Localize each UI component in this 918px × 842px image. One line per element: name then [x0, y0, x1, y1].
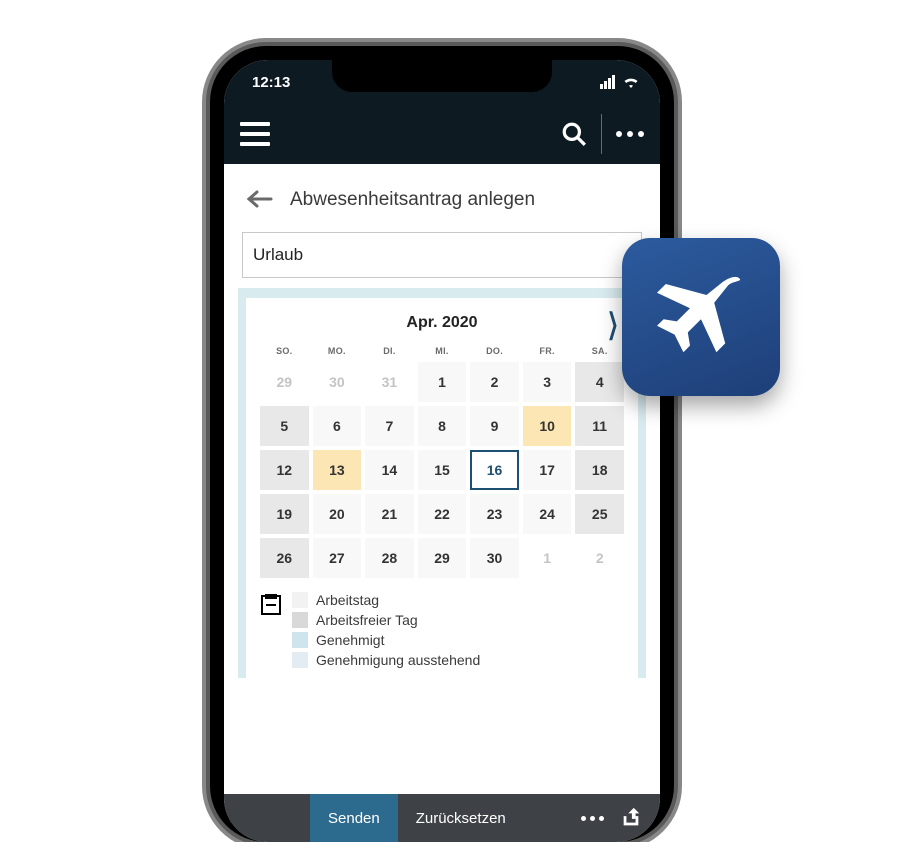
- calendar-day[interactable]: 18: [575, 450, 624, 490]
- legend-swatch: [292, 592, 308, 608]
- share-icon[interactable]: [620, 807, 642, 829]
- cellular-icon: [600, 75, 615, 89]
- weekday-label: MO.: [313, 346, 362, 356]
- legend-swatch: [292, 632, 308, 648]
- legend-item: Arbeitsfreier Tag: [292, 612, 480, 628]
- calendar-day[interactable]: 5: [260, 406, 309, 446]
- status-indicators: [600, 75, 640, 89]
- calendar-day[interactable]: 19: [260, 494, 309, 534]
- send-button-label: Senden: [328, 810, 380, 827]
- calendar-day[interactable]: 17: [523, 450, 572, 490]
- weekday-label: FR.: [523, 346, 572, 356]
- weekday-label: MI.: [418, 346, 467, 356]
- legend-label: Arbeitstag: [316, 592, 379, 608]
- more-button[interactable]: [616, 131, 644, 137]
- weekday-label: SA.: [575, 346, 624, 356]
- calendar-day[interactable]: 14: [365, 450, 414, 490]
- weekday-label: DI.: [365, 346, 414, 356]
- legend-item: Arbeitstag: [292, 592, 480, 608]
- calendar-day[interactable]: 8: [418, 406, 467, 446]
- calendar-day[interactable]: 2: [470, 362, 519, 402]
- calendar-day[interactable]: 11: [575, 406, 624, 446]
- calendar-day[interactable]: 23: [470, 494, 519, 534]
- absence-type-value: Urlaub: [253, 245, 303, 264]
- search-icon[interactable]: [561, 121, 587, 147]
- calendar-day[interactable]: 10: [523, 406, 572, 446]
- phone-screen: 12:13: [224, 60, 660, 842]
- calendar-day[interactable]: 15: [418, 450, 467, 490]
- calendar-day[interactable]: 9: [470, 406, 519, 446]
- next-month-button[interactable]: ❭: [605, 307, 619, 340]
- calendar-day[interactable]: 1: [418, 362, 467, 402]
- legend-collapse-icon[interactable]: [260, 594, 282, 672]
- send-button[interactable]: Senden: [310, 794, 398, 842]
- calendar-day: 30: [313, 362, 362, 402]
- status-time: 12:13: [244, 74, 290, 91]
- calendar-legend: Arbeitstag Arbeitsfreier Tag Genehmigt Gene…: [260, 592, 624, 672]
- absence-type-field[interactable]: Urlaub: [242, 232, 642, 278]
- reset-button-label: Zurücksetzen: [416, 810, 506, 827]
- bottom-more-button[interactable]: [581, 816, 604, 821]
- calendar-day[interactable]: 4: [575, 362, 624, 402]
- legend-item: Genehmigt: [292, 632, 480, 648]
- calendar-day[interactable]: 3: [523, 362, 572, 402]
- reset-button[interactable]: Zurücksetzen: [398, 810, 524, 827]
- weekday-label: DO.: [470, 346, 519, 356]
- bottom-bar: Senden Zurücksetzen: [224, 794, 660, 842]
- phone-notch: [332, 60, 552, 92]
- legend-swatch: [292, 612, 308, 628]
- legend-item: Genehmigung ausstehend: [292, 652, 480, 668]
- wifi-icon: [622, 75, 640, 89]
- calendar-day[interactable]: 30: [470, 538, 519, 578]
- calendar-grid: 2930311234567891011121314151617181920212…: [260, 362, 624, 578]
- calendar-panel: Apr. 2020 ❭ SO.MO.DI.MI.DO.FR.SA. 293031…: [246, 298, 638, 678]
- calendar-day[interactable]: 7: [365, 406, 414, 446]
- calendar-day[interactable]: 12: [260, 450, 309, 490]
- legend-label: Arbeitsfreier Tag: [316, 612, 418, 628]
- calendar-panel-outer: Apr. 2020 ❭ SO.MO.DI.MI.DO.FR.SA. 293031…: [238, 288, 646, 678]
- back-button[interactable]: [246, 186, 274, 214]
- weekday-label: SO.: [260, 346, 309, 356]
- calendar-day[interactable]: 24: [523, 494, 572, 534]
- phone-frame: 12:13: [210, 46, 674, 842]
- calendar-day: 1: [523, 538, 572, 578]
- calendar-day[interactable]: 27: [313, 538, 362, 578]
- legend-label: Genehmigung ausstehend: [316, 652, 480, 668]
- calendar-day[interactable]: 21: [365, 494, 414, 534]
- calendar-day[interactable]: 26: [260, 538, 309, 578]
- calendar-day: 2: [575, 538, 624, 578]
- page-title: Abwesenheitsantrag anlegen: [290, 189, 535, 211]
- calendar-day[interactable]: 16: [470, 450, 519, 490]
- app-header: [224, 104, 660, 164]
- calendar-day: 29: [260, 362, 309, 402]
- calendar-day[interactable]: 22: [418, 494, 467, 534]
- calendar-day[interactable]: 13: [313, 450, 362, 490]
- calendar-month-label: Apr. 2020: [406, 314, 477, 332]
- calendar-day[interactable]: 25: [575, 494, 624, 534]
- calendar-day[interactable]: 29: [418, 538, 467, 578]
- calendar-day[interactable]: 6: [313, 406, 362, 446]
- app-icon-badge: [622, 238, 780, 396]
- calendar-weekday-row: SO. MO.DI. MI.DO. FR.SA.: [260, 346, 624, 356]
- legend-label: Genehmigt: [316, 632, 384, 648]
- airplane-icon: [646, 262, 756, 372]
- legend-swatch: [292, 652, 308, 668]
- header-divider: [601, 114, 602, 154]
- calendar-day[interactable]: 28: [365, 538, 414, 578]
- calendar-day: 31: [365, 362, 414, 402]
- content-area: Abwesenheitsantrag anlegen Urlaub Apr. 2…: [224, 164, 660, 678]
- menu-button[interactable]: [240, 122, 270, 146]
- calendar-day[interactable]: 20: [313, 494, 362, 534]
